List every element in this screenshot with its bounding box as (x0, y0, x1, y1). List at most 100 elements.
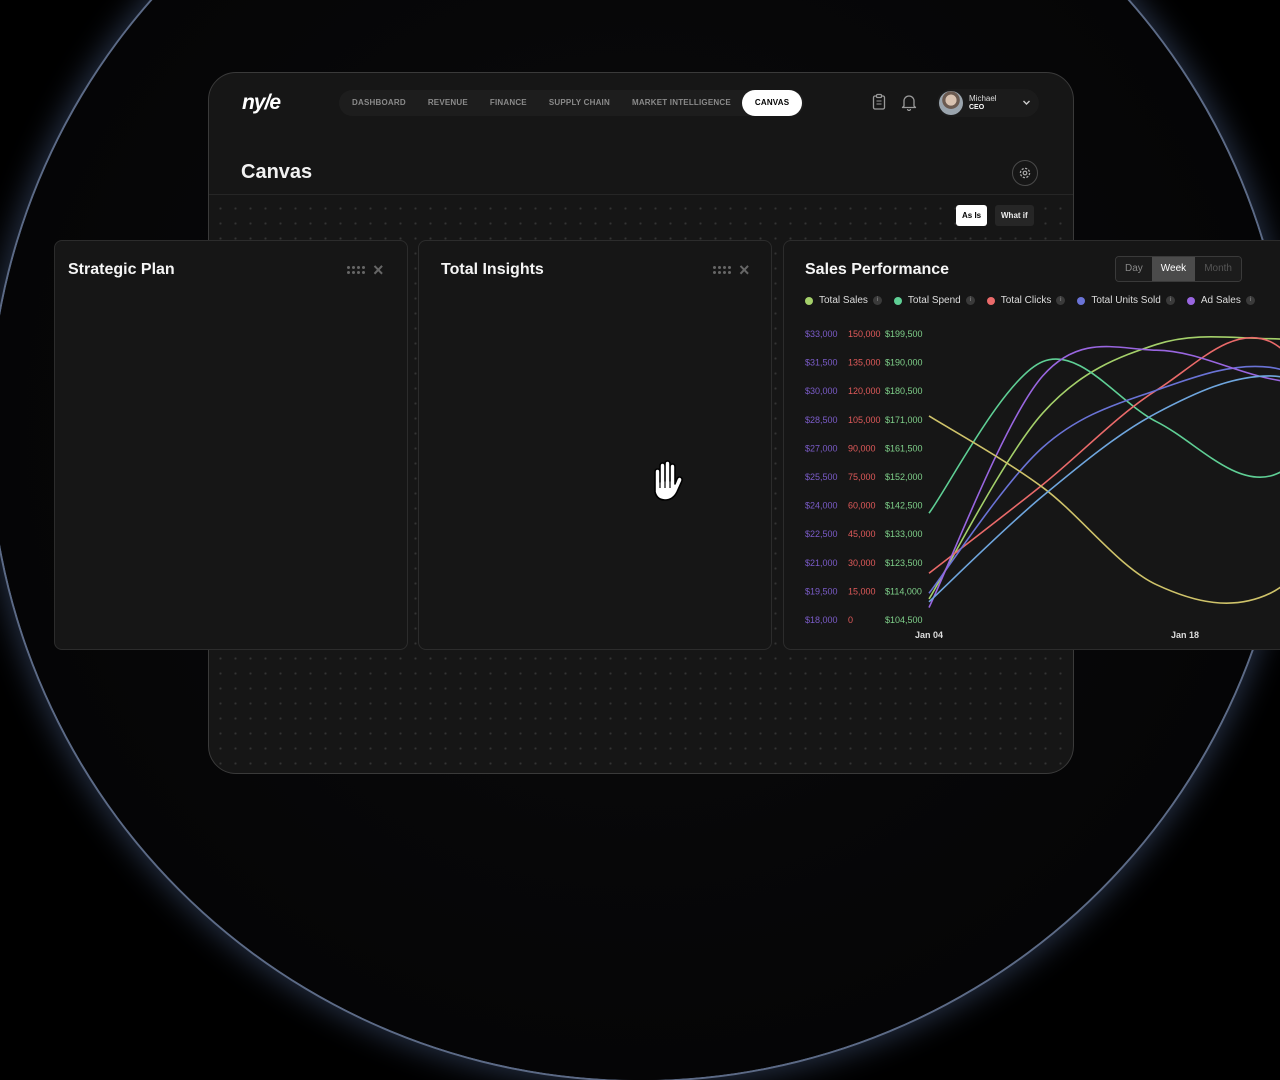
y-tick-label: $180,500 (885, 386, 923, 396)
info-icon[interactable]: i (1165, 296, 1175, 305)
x-tick-label: Jan 18 (1171, 630, 1199, 640)
y-tick-label: $152,000 (885, 472, 923, 482)
y-tick-label: $25,500 (805, 472, 838, 482)
close-icon[interactable]: × (739, 261, 750, 279)
y-tick-label: $142,500 (885, 501, 923, 511)
what-if-toggle[interactable]: What if (995, 205, 1034, 226)
nav-revenue[interactable]: REVENUE (417, 90, 479, 116)
series-line[interactable] (928, 415, 1280, 604)
y-tick-label: 15,000 (848, 586, 876, 596)
x-tick-label: Jan 04 (915, 630, 943, 640)
legend-item[interactable]: Total Sales i (805, 295, 882, 306)
user-menu[interactable]: Michael CEO (937, 89, 1039, 117)
card-title: Strategic Plan (68, 261, 175, 278)
legend-label: Total Spend (907, 295, 961, 306)
y-tick-label: $22,500 (805, 529, 838, 539)
user-name: Michael (969, 94, 997, 103)
avatar (939, 91, 963, 115)
page-title: Canvas (241, 161, 313, 183)
drag-handle-icon[interactable] (713, 263, 731, 277)
y-tick-label: $199,500 (885, 329, 923, 339)
y-tick-label: $27,000 (805, 443, 838, 453)
y-tick-label: 45,000 (848, 529, 876, 539)
info-icon[interactable]: i (872, 296, 882, 305)
chevron-down-icon[interactable] (1022, 98, 1031, 107)
y-tick-label: $30,000 (805, 386, 838, 396)
y-tick-label: 120,000 (848, 386, 881, 396)
y-tick-label: 0 (848, 615, 853, 625)
sales-performance-card[interactable]: Sales Performance Day Week Month Total S… (783, 240, 1280, 650)
y-tick-label: 60,000 (848, 501, 876, 511)
settings-button[interactable] (1012, 160, 1038, 186)
grab-hand-cursor-icon (654, 460, 683, 501)
y-tick-label: $190,000 (885, 358, 923, 368)
legend-item[interactable]: Ad Sales i (1186, 295, 1255, 306)
series-line[interactable] (928, 365, 1280, 594)
user-role: CEO (969, 104, 985, 111)
as-is-toggle[interactable]: As Is (956, 205, 988, 226)
y-tick-label: 105,000 (848, 415, 881, 425)
range-day[interactable]: Day (1116, 257, 1152, 281)
y-tick-label: $24,000 (805, 501, 838, 511)
card-title: Sales Performance (805, 261, 950, 278)
clipboard-icon[interactable] (871, 93, 887, 111)
total-insights-card[interactable]: Total Insights × (418, 240, 772, 650)
info-icon[interactable]: i (1056, 296, 1066, 305)
y-tick-label: $114,000 (885, 586, 922, 596)
y-tick-label: $104,500 (885, 615, 923, 625)
legend-dot (1186, 296, 1195, 305)
y-tick-label: $28,500 (805, 415, 838, 425)
series-line[interactable] (928, 336, 1280, 574)
y-tick-label: 90,000 (848, 443, 876, 453)
close-icon[interactable]: × (373, 261, 384, 279)
legend-dot (1077, 296, 1086, 305)
nav-supply-chain[interactable]: SUPPLY CHAIN (538, 90, 621, 116)
legend-item[interactable]: Total Units Sold i (1077, 295, 1175, 306)
y-tick-label: $33,000 (805, 329, 838, 339)
y-tick-label: 75,000 (848, 472, 876, 482)
legend-dot (893, 296, 902, 305)
legend-label: Ad Sales (1200, 295, 1241, 306)
y-tick-label: $123,500 (885, 558, 923, 568)
info-icon[interactable]: i (1245, 296, 1255, 305)
chart-legend: Total Sales i Total Spend i Total Clicks i Tot… (805, 295, 1267, 306)
top-icons (871, 93, 917, 111)
y-tick-label: $171,000 (885, 415, 923, 425)
top-bar: ny/e DASHBOARD REVENUE FINANCE SUPPLY CH… (209, 73, 1073, 133)
legend-label: Total Clicks (1000, 295, 1052, 306)
user-info: Michael CEO (969, 94, 997, 112)
main-nav: DASHBOARD REVENUE FINANCE SUPPLY CHAIN M… (339, 90, 805, 116)
card-title: Total Insights (441, 261, 544, 278)
y-tick-label: $21,000 (805, 558, 838, 568)
range-week[interactable]: Week (1151, 257, 1196, 281)
nav-finance[interactable]: FINANCE (479, 90, 538, 116)
nav-dashboard[interactable]: DASHBOARD (341, 90, 417, 116)
y-tick-label: $31,500 (805, 358, 838, 368)
logo: ny/e (242, 91, 281, 114)
info-icon[interactable]: i (965, 296, 975, 305)
y-tick-label: $18,000 (805, 615, 838, 625)
legend-dot (805, 296, 813, 305)
series-line[interactable] (928, 345, 1280, 608)
y-tick-label: $19,500 (805, 586, 838, 596)
strategic-plan-card[interactable]: Strategic Plan × (54, 240, 408, 650)
card-tools: × (347, 261, 384, 279)
card-tools: × (713, 261, 750, 279)
nav-market-intelligence[interactable]: MARKET INTELLIGENCE (621, 90, 742, 116)
legend-label: Total Units Sold (1091, 295, 1161, 306)
legend-dot (986, 296, 995, 305)
settings-icon (1019, 167, 1031, 179)
bell-icon[interactable] (901, 93, 917, 111)
y-tick-label: 150,000 (848, 329, 881, 339)
range-month[interactable]: Month (1195, 257, 1241, 281)
nav-canvas[interactable]: CANVAS (741, 90, 803, 116)
range-selector: Day Week Month (1115, 256, 1242, 282)
sales-chart: $33,000 $31,500 $30,000 $28,500 $27,000 $25,5… (805, 329, 1280, 640)
legend-item[interactable]: Total Spend i (893, 295, 975, 306)
y-tick-label: 30,000 (848, 558, 876, 568)
y-tick-label: 135,000 (848, 358, 881, 368)
y-tick-label: $161,500 (885, 443, 923, 453)
drag-handle-icon[interactable] (347, 263, 365, 277)
legend-label: Total Sales (819, 295, 868, 306)
legend-item[interactable]: Total Clicks i (986, 295, 1066, 306)
